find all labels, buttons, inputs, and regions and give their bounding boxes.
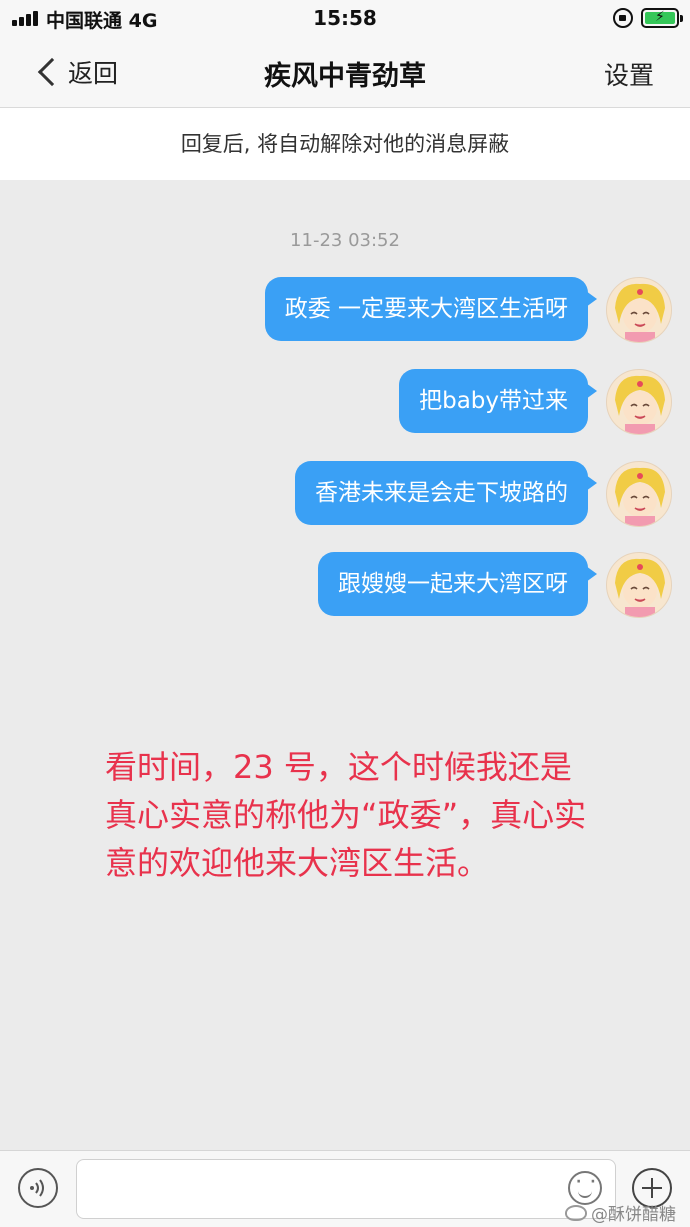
nav-bar: 返回 疾风中青劲草 设置 xyxy=(0,36,690,108)
watermark: @酥饼醋糖 xyxy=(565,1200,676,1225)
weibo-icon xyxy=(565,1204,587,1221)
message-row: 香港未来是会走下坡路的 xyxy=(32,461,672,529)
message-row: 政委 一定要来大湾区生活呀 xyxy=(32,277,672,345)
avatar[interactable] xyxy=(606,461,672,527)
message-bubble[interactable]: 香港未来是会走下坡路的 xyxy=(295,461,597,525)
avatar[interactable] xyxy=(606,552,672,618)
avatar[interactable] xyxy=(606,369,672,435)
page-title: 疾风中青劲草 xyxy=(264,61,426,92)
message-bubble[interactable]: 把baby带过来 xyxy=(399,369,597,433)
watermark-text: @酥饼醋糖 xyxy=(591,1205,676,1225)
message-row: 跟嫂嫂一起来大湾区呀 xyxy=(32,552,672,620)
avatar[interactable] xyxy=(606,277,672,343)
chat-area[interactable]: 11-23 03:52 政委 一定要来大湾区生活呀 把baby带过来 香港未来是… xyxy=(0,180,690,1150)
battery-icon xyxy=(641,8,683,28)
voice-icon xyxy=(30,1179,44,1197)
voice-input-button[interactable] xyxy=(18,1168,58,1208)
status-bar: 中国联通 4G 15:58 xyxy=(0,0,690,36)
message-row: 把baby带过来 xyxy=(32,369,672,437)
rotation-lock-icon xyxy=(613,8,633,28)
message-bubble[interactable]: 跟嫂嫂一起来大湾区呀 xyxy=(318,552,597,616)
settings-button[interactable]: 设置 xyxy=(604,56,654,92)
message-timestamp: 11-23 03:52 xyxy=(290,230,400,251)
message-input[interactable] xyxy=(76,1159,616,1219)
block-notice: 回复后, 将自动解除对他的消息屏蔽 xyxy=(0,108,690,180)
clock: 15:58 xyxy=(313,6,377,30)
annotation-text: 看时间，23 号，这个时候我还是真心实意的称他为“政委”，真心实意的欢迎他来大湾… xyxy=(105,748,587,882)
message-bubble[interactable]: 政委 一定要来大湾区生活呀 xyxy=(264,277,598,341)
